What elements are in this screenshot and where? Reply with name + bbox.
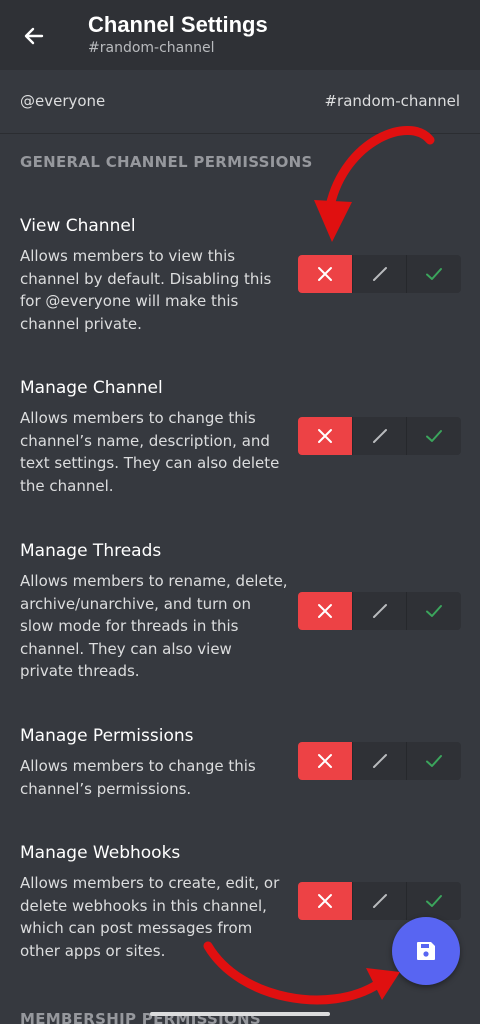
allow-button[interactable] [406, 592, 460, 630]
x-icon [318, 604, 332, 618]
permission-toggle [298, 592, 461, 630]
permission-description: Allows members to view this channel by d… [20, 247, 272, 333]
role-bar[interactable]: @everyone #random-channel [0, 70, 480, 134]
x-icon [318, 267, 332, 281]
arrow-left-icon [24, 27, 44, 45]
slash-icon [372, 894, 387, 908]
deny-button[interactable] [298, 742, 352, 780]
home-indicator [150, 1012, 330, 1016]
check-icon [425, 605, 442, 617]
role-name: @everyone [20, 92, 106, 110]
allow-button[interactable] [406, 882, 460, 920]
permission-toggle [298, 255, 461, 293]
permission-toggle [298, 882, 461, 920]
allow-button[interactable] [406, 742, 460, 780]
permission-title: Manage Webhooks [20, 843, 181, 863]
permission-toggle [298, 417, 461, 455]
check-icon [425, 895, 442, 907]
allow-button[interactable] [406, 417, 460, 455]
deny-button[interactable] [298, 417, 352, 455]
check-icon [425, 430, 442, 442]
deny-button[interactable] [298, 255, 352, 293]
slash-icon [372, 754, 387, 768]
allow-button[interactable] [406, 255, 460, 293]
slash-icon [372, 267, 387, 281]
slash-icon [372, 429, 387, 443]
permission-description: Allows members to rename, delete, archiv… [20, 572, 288, 680]
annotation-arrow-top [314, 126, 435, 242]
permission-title: View Channel [20, 216, 136, 236]
app-header: Channel Settings #random-channel [0, 0, 480, 70]
x-icon [318, 754, 332, 768]
permission-title: Manage Channel [20, 378, 163, 398]
permission-description: Allows members to change this channel’s … [20, 757, 256, 798]
neutral-button[interactable] [352, 742, 406, 780]
back-button[interactable] [18, 20, 50, 52]
permission-toggle [298, 742, 461, 780]
permission-title: Manage Permissions [20, 726, 194, 746]
neutral-button[interactable] [352, 417, 406, 455]
permission-title: Manage Threads [20, 541, 162, 561]
save-button[interactable] [392, 917, 460, 985]
x-icon [318, 429, 332, 443]
permission-description: Allows members to change this channel’s … [20, 409, 280, 495]
neutral-button[interactable] [352, 882, 406, 920]
neutral-button[interactable] [352, 592, 406, 630]
x-icon [318, 894, 332, 908]
deny-button[interactable] [298, 592, 352, 630]
deny-button[interactable] [298, 882, 352, 920]
check-icon [425, 755, 442, 767]
slash-icon [372, 604, 387, 618]
section-header: GENERAL CHANNEL PERMISSIONS [20, 153, 313, 171]
page-subtitle: #random-channel [88, 40, 215, 56]
check-icon [425, 268, 442, 280]
neutral-button[interactable] [352, 255, 406, 293]
page-title: Channel Settings [88, 12, 268, 37]
permission-description: Allows members to create, edit, or delet… [20, 874, 280, 960]
floppy-disk-icon [417, 942, 435, 960]
channel-name: #random-channel [324, 92, 460, 110]
